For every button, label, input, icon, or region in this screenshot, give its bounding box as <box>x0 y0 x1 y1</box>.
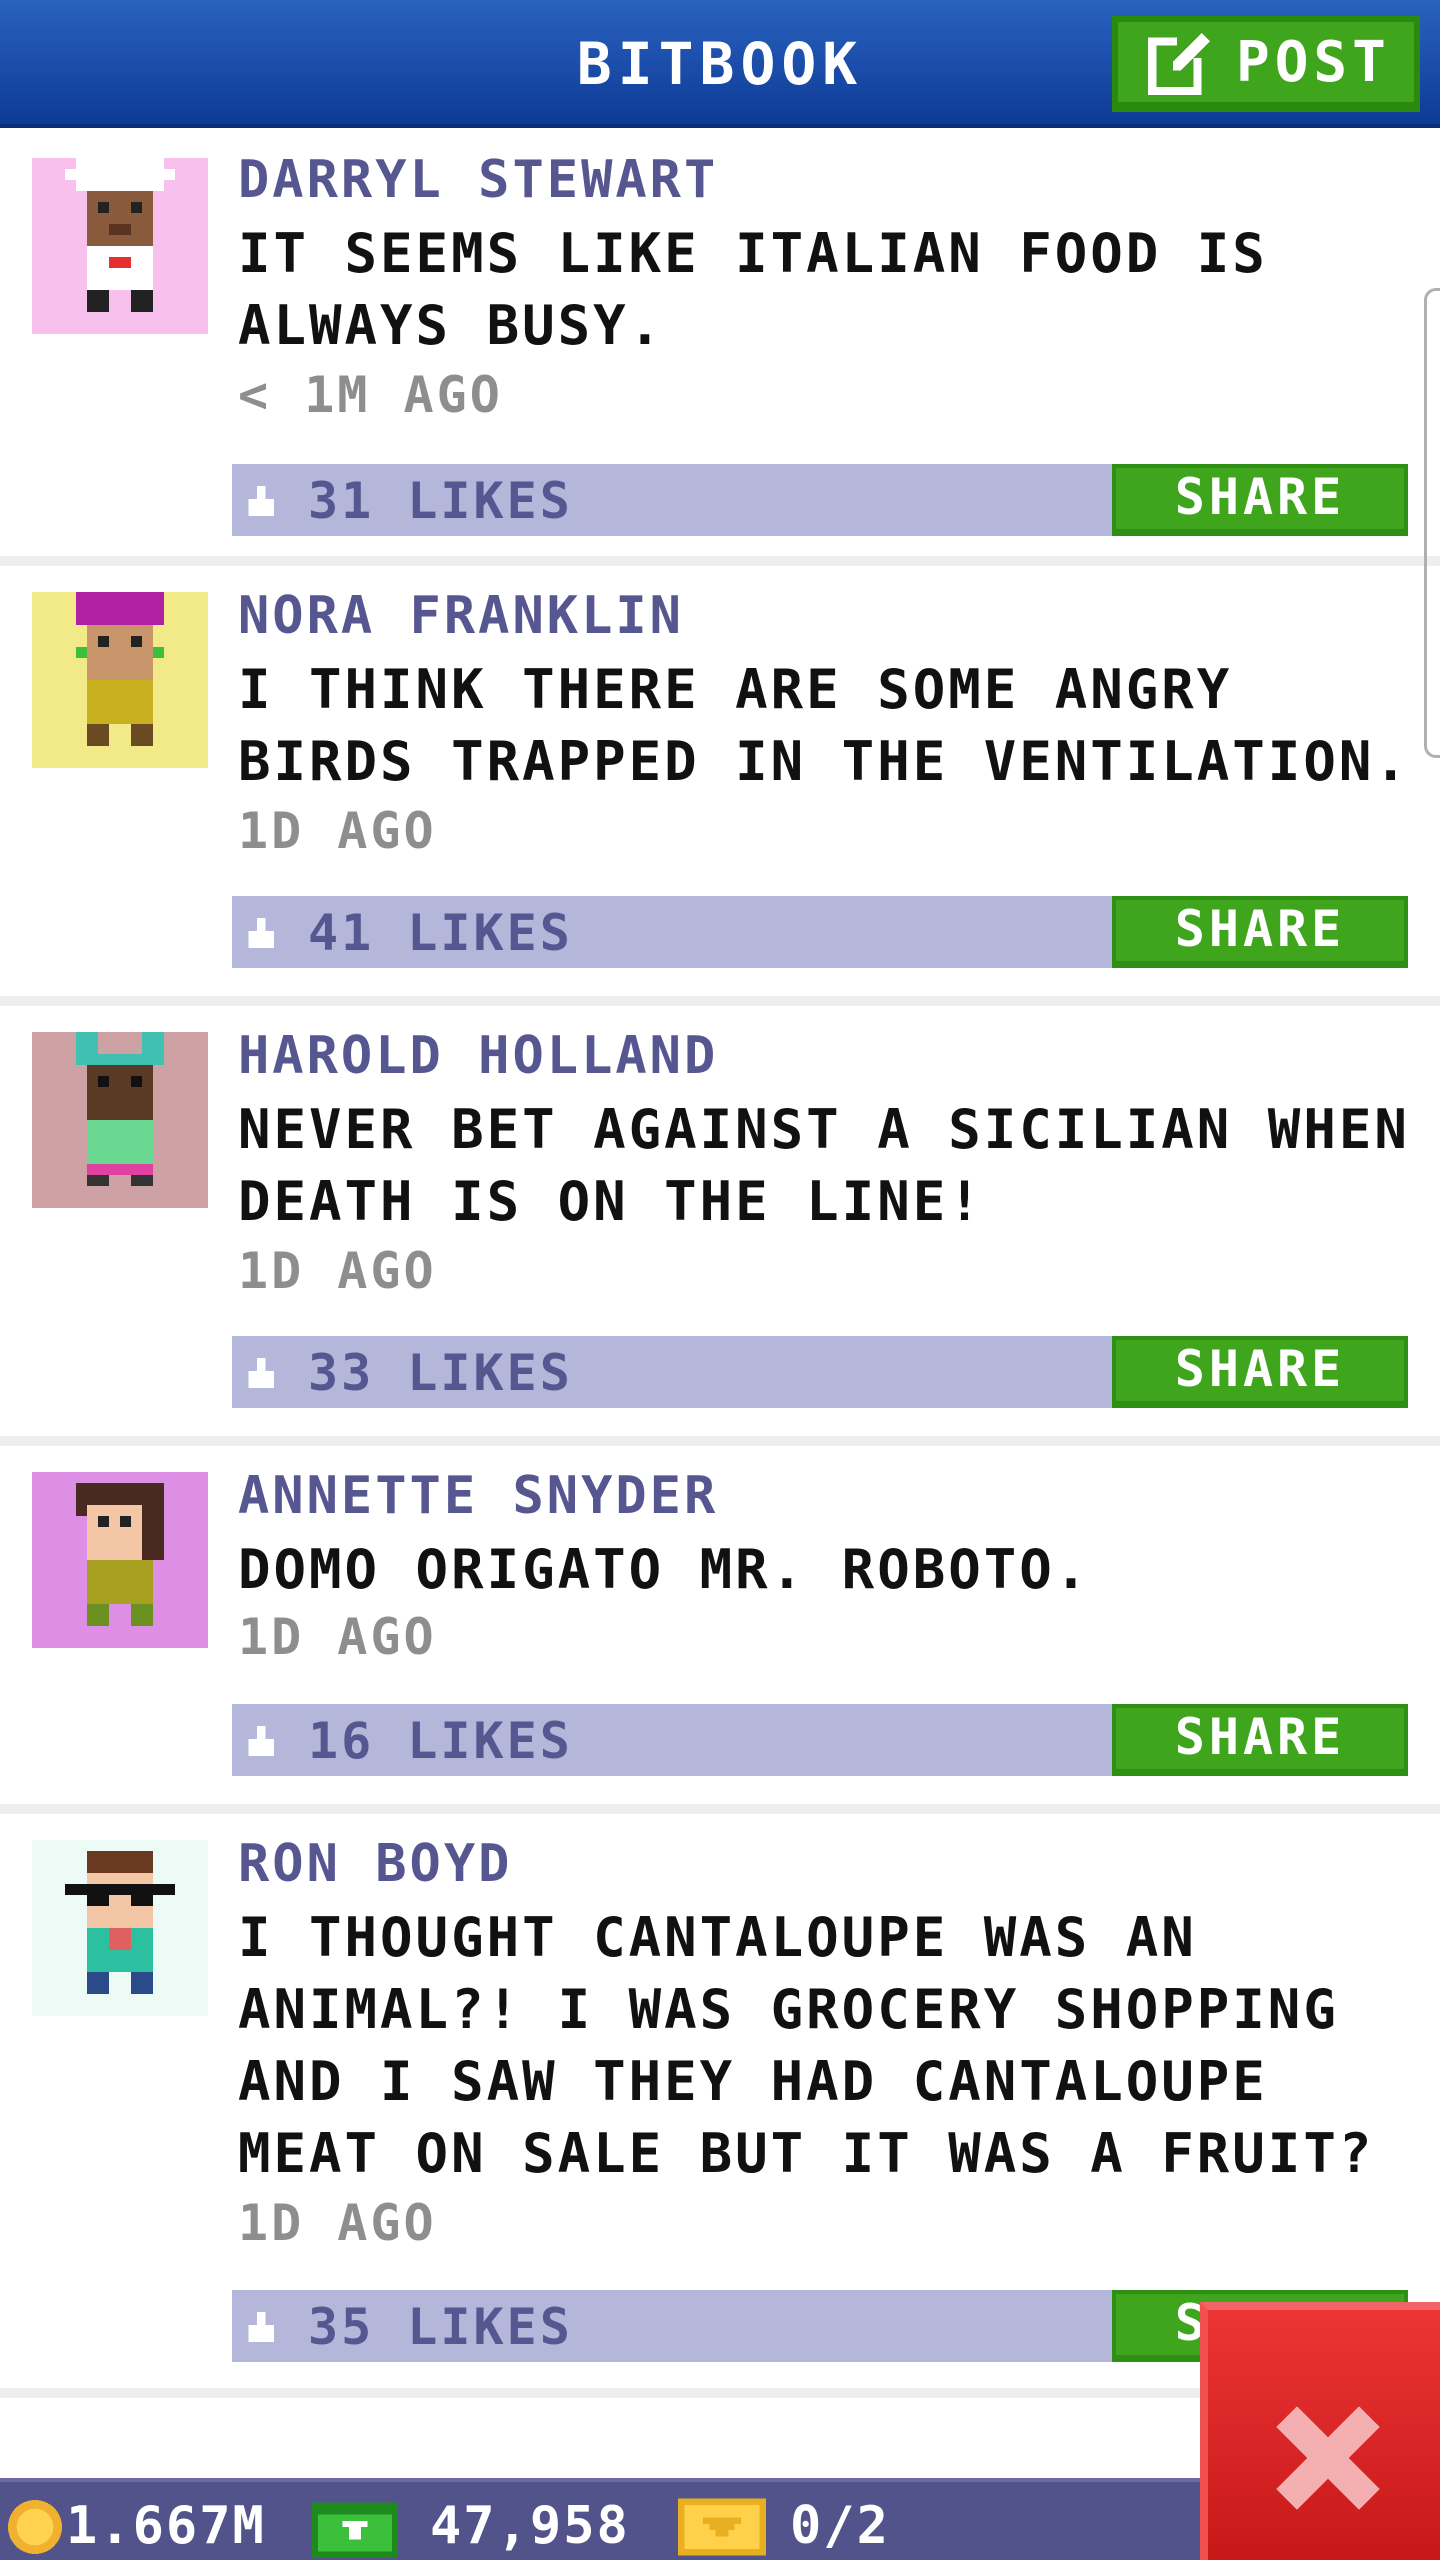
cat-ears-avatar <box>32 1032 208 1208</box>
post-message: I THINK THERE ARE SOME ANGRY BIRDS TRAPP… <box>238 658 1410 793</box>
post-author[interactable]: RON BOYD <box>238 1834 512 1894</box>
post-time: 1D AGO <box>238 1608 437 1666</box>
likes-count: 16 LIKES <box>308 1712 573 1770</box>
feed-post: NORA FRANKLIN I THINK THERE ARE SOME ANG… <box>0 566 1440 1006</box>
likes-count: 35 LIKES <box>308 2298 573 2356</box>
likes-bar: 16 LIKES SHARE <box>232 1704 1408 1776</box>
chef-avatar <box>32 158 208 334</box>
post-button-label: POST <box>1236 29 1391 95</box>
ticket-icon <box>678 2498 766 2556</box>
post-message: NEVER BET AGAINST A SICILIAN WHEN DEATH … <box>238 1098 1410 1233</box>
post-time: 1D AGO <box>238 2194 437 2252</box>
edit-icon <box>1148 29 1214 95</box>
scrollbar-thumb[interactable] <box>1424 288 1440 758</box>
thumbs-up-icon[interactable] <box>244 1358 278 1392</box>
app-header: BITBOOK POST <box>0 0 1440 128</box>
bux-value: 47,958 <box>430 2496 630 2556</box>
share-button[interactable]: SHARE <box>1112 1704 1408 1776</box>
tickets-value: 0/2 <box>790 2496 890 2556</box>
post-message: DOMO ORIGATO MR. ROBOTO. <box>238 1538 1091 1601</box>
share-button[interactable]: SHARE <box>1112 896 1408 968</box>
thumbs-up-icon[interactable] <box>244 486 278 520</box>
post-author[interactable]: ANNETTE SNYDER <box>238 1466 718 1526</box>
likes-bar: 31 LIKES SHARE <box>232 464 1408 536</box>
thumbs-up-icon[interactable] <box>244 1726 278 1760</box>
close-button[interactable] <box>1200 2302 1440 2560</box>
woman-beanie-avatar <box>32 592 208 768</box>
woman-avatar <box>32 1472 208 1648</box>
post-time: 1D AGO <box>238 802 437 860</box>
likes-bar: 33 LIKES SHARE <box>232 1336 1408 1408</box>
post-author[interactable]: HAROLD HOLLAND <box>238 1026 718 1086</box>
likes-bar: 41 LIKES SHARE <box>232 896 1408 968</box>
post-message: IT SEEMS LIKE ITALIAN FOOD IS ALWAYS BUS… <box>238 222 1268 357</box>
feed-post: HAROLD HOLLAND NEVER BET AGAINST A SICIL… <box>0 1006 1440 1446</box>
post-author[interactable]: NORA FRANKLIN <box>238 586 684 646</box>
post-time: 1D AGO <box>238 1242 437 1300</box>
thumbs-up-icon[interactable] <box>244 918 278 952</box>
feed-list[interactable]: DARRYL STEWART IT SEEMS LIKE ITALIAN FOO… <box>0 132 1440 2398</box>
share-button[interactable]: SHARE <box>1112 1336 1408 1408</box>
feed-post: DARRYL STEWART IT SEEMS LIKE ITALIAN FOO… <box>0 132 1440 566</box>
post-button[interactable]: POST <box>1112 16 1420 112</box>
likes-count: 33 LIKES <box>308 1344 573 1402</box>
coins-value: 1.667M <box>66 2496 266 2556</box>
post-time: < 1M AGO <box>238 366 503 424</box>
likes-count: 41 LIKES <box>308 904 573 962</box>
post-message: I THOUGHT CANTALOUPE WAS AN ANIMAL?! I W… <box>238 1906 1375 2185</box>
post-author[interactable]: DARRYL STEWART <box>238 150 718 210</box>
feed-post: ANNETTE SNYDER DOMO ORIGATO MR. ROBOTO. … <box>0 1446 1440 1814</box>
likes-count: 31 LIKES <box>308 472 573 530</box>
close-icon <box>1276 2406 1380 2510</box>
cash-icon <box>312 2502 398 2558</box>
thumbs-up-icon[interactable] <box>244 2312 278 2346</box>
sunglasses-avatar <box>32 1840 208 2016</box>
share-button[interactable]: SHARE <box>1112 464 1408 536</box>
coin-icon <box>8 2500 62 2554</box>
